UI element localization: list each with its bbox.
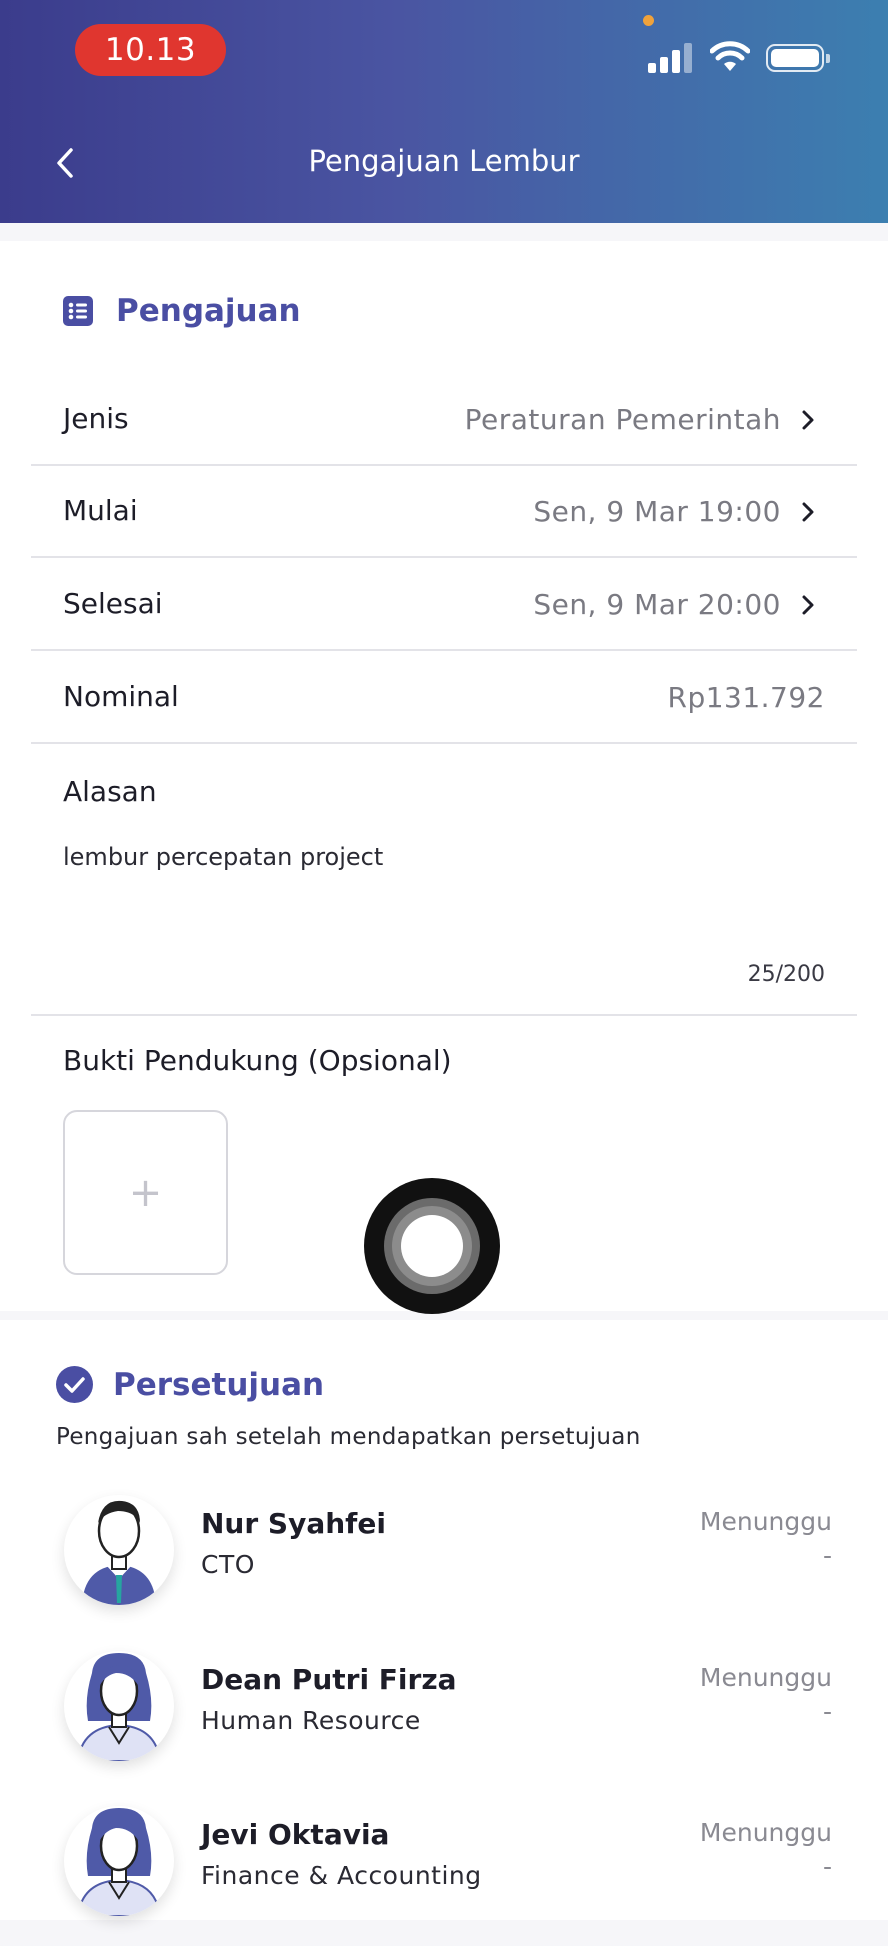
approver-item: Dean Putri Firza Human Resource Menunggu… — [0, 1651, 888, 1791]
alasan-label: Alasan — [63, 775, 157, 808]
approver-role: Human Resource — [201, 1706, 421, 1735]
approver-name: Nur Syahfei — [201, 1507, 386, 1540]
persetujuan-section-title: Persetujuan — [113, 1366, 325, 1403]
approval-status: Menunggu — [699, 1507, 832, 1536]
chevron-right-icon — [802, 595, 814, 615]
row-selesai[interactable]: Selesai Sen, 9 Mar 20:00 — [31, 559, 857, 651]
chevron-right-icon — [802, 502, 814, 522]
approver-name: Dean Putri Firza — [201, 1663, 457, 1696]
alasan-field[interactable]: Alasan lembur percepatan project 25/200 — [31, 743, 857, 1016]
approval-date: - — [822, 1541, 832, 1570]
row-label: Mulai — [63, 494, 138, 527]
page-title: Pengajuan Lembur — [308, 144, 580, 178]
approval-date: - — [822, 1852, 832, 1881]
row-label: Jenis — [63, 402, 129, 435]
app-header: 10.13 Pengajuan Lembur — [0, 0, 888, 223]
avatar — [64, 1651, 174, 1761]
row-nominal: Nominal Rp131.792 — [31, 652, 857, 744]
persetujuan-subtitle: Pengajuan sah setelah mendapatkan perset… — [56, 1424, 641, 1450]
chevron-right-icon — [802, 410, 814, 430]
status-bar: 10.13 — [0, 0, 888, 100]
wifi-icon — [710, 41, 750, 71]
pengajuan-section-title: Pengajuan — [116, 293, 301, 329]
character-counter: 25/200 — [747, 962, 825, 987]
approver-item: Nur Syahfei CTO Menunggu - — [0, 1495, 888, 1635]
row-value: Sen, 9 Mar 20:00 — [533, 588, 781, 621]
upload-attachment-button[interactable]: + — [63, 1110, 228, 1275]
assistive-touch-button[interactable] — [364, 1178, 500, 1314]
row-value: Sen, 9 Mar 19:00 — [533, 495, 781, 528]
pengajuan-card: Pengajuan Jenis Peraturan Pemerintah Mul… — [0, 241, 888, 1311]
approver-item: Jevi Oktavia Finance & Accounting Menung… — [0, 1806, 888, 1946]
row-label: Nominal — [63, 680, 179, 713]
approval-status: Menunggu — [699, 1818, 832, 1847]
pengajuan-section-header: Pengajuan — [62, 293, 301, 329]
plus-icon: + — [128, 1169, 163, 1216]
approver-name: Jevi Oktavia — [201, 1818, 390, 1851]
bukti-label: Bukti Pendukung (Opsional) — [63, 1044, 452, 1077]
check-circle-icon — [56, 1366, 93, 1403]
persetujuan-card: Persetujuan Pengajuan sah setelah mendap… — [0, 1320, 888, 1920]
avatar — [64, 1806, 174, 1916]
row-value: Rp131.792 — [667, 681, 825, 714]
approver-role: Finance & Accounting — [201, 1861, 482, 1890]
list-icon — [63, 296, 93, 326]
signal-icon — [648, 43, 694, 73]
approver-role: CTO — [201, 1550, 255, 1579]
row-label: Selesai — [63, 587, 163, 620]
battery-icon — [766, 44, 830, 72]
row-jenis[interactable]: Jenis Peraturan Pemerintah — [31, 374, 857, 466]
persetujuan-section-header: Persetujuan — [56, 1366, 324, 1403]
row-value: Peraturan Pemerintah — [464, 403, 781, 436]
row-mulai[interactable]: Mulai Sen, 9 Mar 19:00 — [31, 466, 857, 558]
alasan-input[interactable]: lembur percepatan project — [63, 843, 383, 871]
approval-status: Menunggu — [699, 1663, 832, 1692]
privacy-indicator-dot — [643, 15, 654, 26]
status-time: 10.13 — [75, 24, 226, 76]
approval-date: - — [822, 1697, 832, 1726]
avatar — [64, 1495, 174, 1605]
